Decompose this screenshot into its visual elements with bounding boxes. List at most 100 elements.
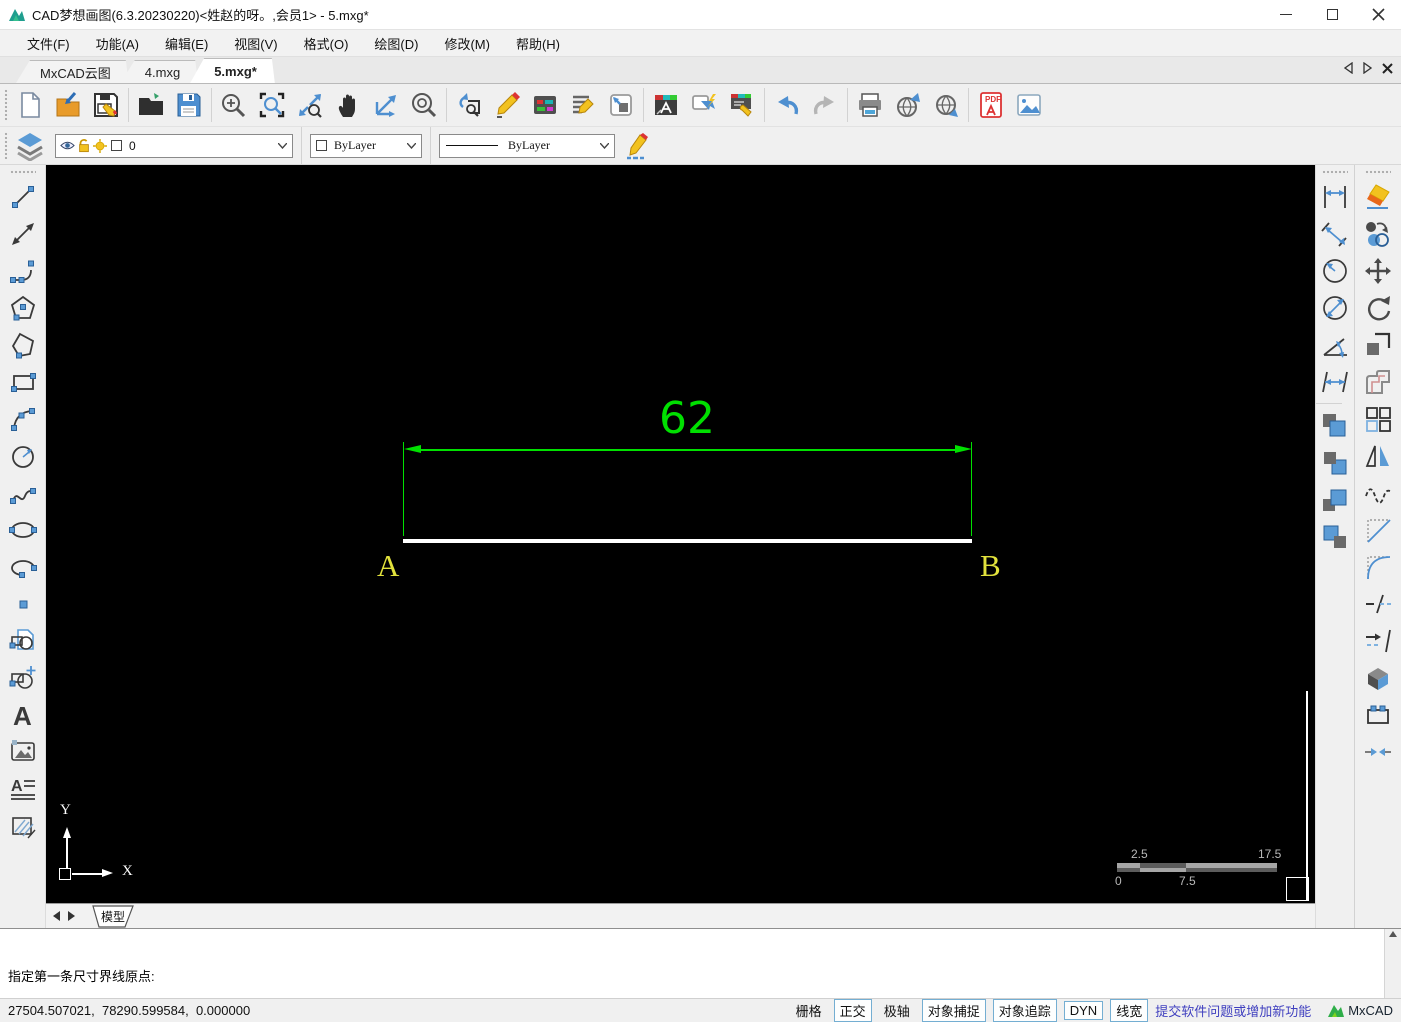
model-tab[interactable]: 模型: [85, 904, 141, 928]
toolbar-grip[interactable]: [1365, 170, 1391, 175]
toggle-otrack[interactable]: 对象追踪: [992, 999, 1057, 1022]
toggle-polar[interactable]: 极轴: [879, 1000, 915, 1021]
hatch-button[interactable]: [5, 807, 41, 844]
toggle-dyn[interactable]: DYN: [1063, 1001, 1104, 1020]
chamfer-button[interactable]: [1360, 511, 1396, 548]
toggle-osnap[interactable]: 对象捕捉: [921, 999, 986, 1022]
open-drawing-button[interactable]: [49, 86, 87, 124]
tab-5mxg-active[interactable]: 5.mxg*: [190, 58, 275, 83]
trim-button[interactable]: [1360, 585, 1396, 622]
layer-manager-button[interactable]: [11, 127, 49, 165]
chevron-down-icon[interactable]: [278, 142, 287, 149]
fillet-button[interactable]: [1360, 548, 1396, 585]
web-open-button[interactable]: [927, 86, 965, 124]
rotate-button[interactable]: [1360, 289, 1396, 326]
tab-4mxg[interactable]: 4.mxg: [121, 60, 198, 83]
menu-modify[interactable]: 修改(M): [431, 31, 503, 56]
menu-function[interactable]: 功能(A): [83, 31, 152, 56]
draw-order-below-button[interactable]: [1317, 518, 1353, 555]
dim-angular-button[interactable]: [1317, 326, 1353, 363]
rectangle-button[interactable]: [5, 363, 41, 400]
dim-continue-button[interactable]: [1317, 363, 1353, 400]
tab-close-icon[interactable]: [1382, 62, 1393, 74]
draw-order-back-button[interactable]: [1317, 444, 1353, 481]
block-button[interactable]: [5, 622, 41, 659]
layout-next-button[interactable]: [64, 906, 79, 926]
text-button[interactable]: A: [5, 696, 41, 733]
layout-prev-button[interactable]: [49, 906, 64, 926]
spline-button[interactable]: [5, 474, 41, 511]
open-folder-button[interactable]: [132, 86, 170, 124]
menu-draw[interactable]: 绘图(D): [361, 31, 431, 56]
move-button[interactable]: [1360, 252, 1396, 289]
erase-button[interactable]: [1360, 178, 1396, 215]
toggle-lineweight[interactable]: 线宽: [1110, 999, 1149, 1022]
view-back-button[interactable]: [450, 86, 488, 124]
chevron-down-icon[interactable]: [600, 142, 609, 149]
dim-linear-button[interactable]: [1317, 178, 1353, 215]
toolbar-grip[interactable]: [9, 170, 36, 175]
print-button[interactable]: [851, 86, 889, 124]
tab-scroll-right-icon[interactable]: [1363, 62, 1372, 74]
maximize-button[interactable]: [1309, 0, 1355, 29]
toggle-grid[interactable]: 栅格: [791, 1000, 827, 1021]
ellipse-arc-button[interactable]: [5, 548, 41, 585]
annotate-pencil-button[interactable]: [488, 86, 526, 124]
chevron-down-icon[interactable]: [407, 142, 416, 149]
export-pdf-button[interactable]: PDF: [972, 86, 1010, 124]
format-painter-button[interactable]: [723, 86, 761, 124]
circle-button[interactable]: [5, 437, 41, 474]
page-select-button[interactable]: [602, 86, 640, 124]
spline-edit-button[interactable]: [1360, 474, 1396, 511]
offset-button[interactable]: [1360, 363, 1396, 400]
save-button[interactable]: [87, 86, 125, 124]
tab-mxcad-cloud[interactable]: MxCAD云图: [16, 60, 129, 83]
scale-button[interactable]: [1360, 326, 1396, 363]
stretch-button[interactable]: [1360, 696, 1396, 733]
toolbar-grip[interactable]: [4, 132, 9, 159]
dim-radius-button[interactable]: [1317, 252, 1353, 289]
linetype-edit-button[interactable]: [619, 127, 657, 165]
toolbar-grip[interactable]: [4, 89, 9, 121]
draw-order-front-button[interactable]: [1317, 407, 1353, 444]
toggle-ortho[interactable]: 正交: [833, 999, 872, 1022]
save-as-button[interactable]: [170, 86, 208, 124]
menu-help[interactable]: 帮助(H): [503, 31, 573, 56]
zoom-extents-button[interactable]: [291, 86, 329, 124]
dim-diameter-button[interactable]: [1317, 289, 1353, 326]
menu-file[interactable]: 文件(F): [14, 31, 83, 56]
minimize-button[interactable]: [1263, 0, 1309, 29]
web-publish-button[interactable]: [889, 86, 927, 124]
zoom-window-button[interactable]: [253, 86, 291, 124]
mirror-button[interactable]: [1360, 437, 1396, 474]
point-button[interactable]: [5, 585, 41, 622]
menu-view[interactable]: 视图(V): [221, 31, 290, 56]
line-button[interactable]: [5, 178, 41, 215]
quick-select-button[interactable]: [685, 86, 723, 124]
mtext-button[interactable]: A: [5, 770, 41, 807]
tab-scroll-left-icon[interactable]: [1344, 62, 1353, 74]
ellipse-button[interactable]: [5, 511, 41, 548]
color-combo[interactable]: ByLayer: [310, 133, 422, 158]
menu-edit[interactable]: 编辑(E): [152, 31, 221, 56]
color-palette-button[interactable]: [526, 86, 564, 124]
zoom-center-button[interactable]: [405, 86, 443, 124]
dim-aligned-button[interactable]: [1317, 215, 1353, 252]
draw-order-above-button[interactable]: [1317, 481, 1353, 518]
arc-button[interactable]: [5, 400, 41, 437]
undo-button[interactable]: [768, 86, 806, 124]
array-button[interactable]: [1360, 400, 1396, 437]
measure-button[interactable]: [367, 86, 405, 124]
construction-line-button[interactable]: [5, 215, 41, 252]
redo-button[interactable]: [806, 86, 844, 124]
close-button[interactable]: [1355, 0, 1401, 29]
join-button[interactable]: [1360, 733, 1396, 770]
image-button[interactable]: [5, 733, 41, 770]
drawing-canvas[interactable]: 62 A B Y X 2.5 17.5 0 7.5: [46, 165, 1315, 903]
text-style-button[interactable]: [647, 86, 685, 124]
feedback-link[interactable]: 提交软件问题或增加新功能: [1155, 1001, 1311, 1020]
explode-button[interactable]: [1360, 659, 1396, 696]
linetype-combo[interactable]: ByLayer: [439, 133, 615, 158]
extend-button[interactable]: [1360, 622, 1396, 659]
layer-combo[interactable]: 0: [55, 133, 293, 158]
